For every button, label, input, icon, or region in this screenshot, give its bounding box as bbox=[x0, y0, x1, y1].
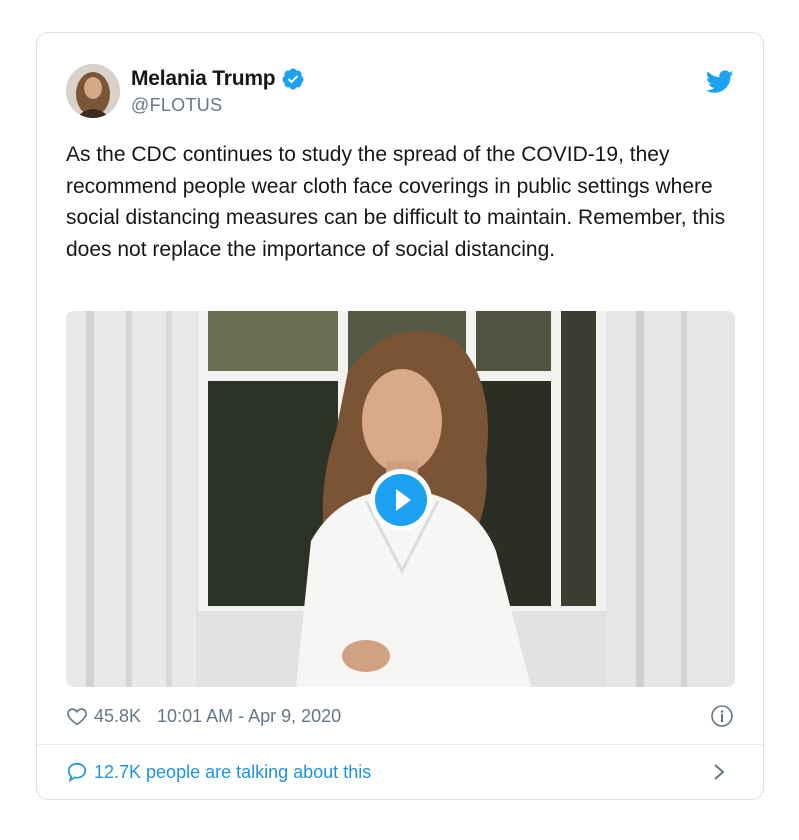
verified-badge-icon bbox=[282, 68, 304, 90]
play-icon bbox=[375, 474, 427, 526]
tweet-embed-card: Melania Trump @FLOTUS As the CDC continu… bbox=[36, 32, 764, 800]
tweet-text: As the CDC continues to study the spread… bbox=[66, 143, 726, 261]
tweet-meta: 45.8K 10:01 AM - Apr 9, 2020 bbox=[66, 703, 734, 729]
twitter-bird-icon[interactable] bbox=[706, 70, 734, 94]
speech-bubble-icon bbox=[67, 762, 87, 783]
avatar[interactable] bbox=[66, 64, 120, 118]
info-icon[interactable] bbox=[710, 704, 734, 728]
play-button[interactable] bbox=[370, 469, 432, 531]
chevron-right-icon[interactable] bbox=[712, 762, 726, 782]
author-handle[interactable]: @FLOTUS bbox=[131, 95, 305, 116]
tweet-timestamp[interactable]: 10:01 AM - Apr 9, 2020 bbox=[157, 706, 341, 727]
talking-about-link[interactable]: 12.7K people are talking about this bbox=[66, 758, 734, 786]
author-block: Melania Trump @FLOTUS bbox=[131, 66, 305, 116]
heart-icon[interactable] bbox=[66, 705, 88, 727]
talking-about-text: 12.7K people are talking about this bbox=[94, 761, 372, 782]
like-count[interactable]: 45.8K bbox=[94, 706, 141, 727]
author-name[interactable]: Melania Trump bbox=[131, 67, 276, 91]
tweet-video[interactable] bbox=[66, 311, 735, 687]
tweet-header: Melania Trump @FLOTUS bbox=[66, 64, 734, 118]
footer-divider bbox=[37, 744, 763, 745]
